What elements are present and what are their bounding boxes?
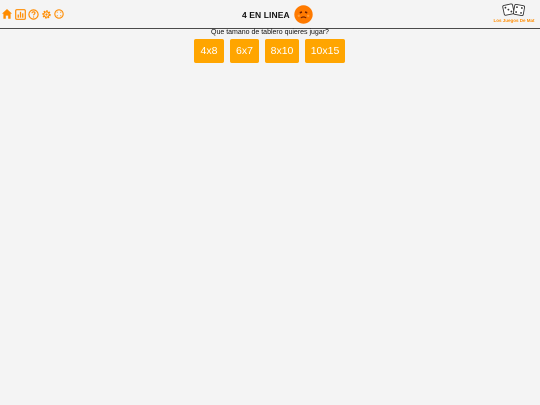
dice-icon [502,3,526,17]
header-bar: 4 EN LINEA Los Juegos De Mat [0,0,540,29]
board-size-4x8-button[interactable]: 4x8 [194,39,224,63]
board-size-options: 4x8 6x7 8x10 10x15 [194,39,351,63]
settings-icon[interactable] [41,9,52,20]
game-page: 4 EN LINEA Los Juegos De Mat Que tamano … [0,0,540,405]
brand-logo[interactable]: Los Juegos De Mat [490,2,538,26]
title-group: 4 EN LINEA [242,5,313,24]
mascot-face-icon [294,5,313,24]
toolbar-icons [1,8,66,20]
stats-icon[interactable] [15,8,26,20]
board-size-10x15-button[interactable]: 10x15 [305,39,345,63]
board-size-6x7-button[interactable]: 6x7 [230,39,259,63]
help-icon[interactable] [28,8,39,20]
board-size-8x10-button[interactable]: 8x10 [265,39,299,63]
board-size-prompt: Que tamano de tablero quieres jugar? [211,29,329,36]
home-icon[interactable] [1,8,13,20]
fullscreen-icon[interactable] [54,9,64,19]
game-title: 4 EN LINEA [242,9,290,20]
brand-name: Los Juegos De Mat [493,18,535,23]
